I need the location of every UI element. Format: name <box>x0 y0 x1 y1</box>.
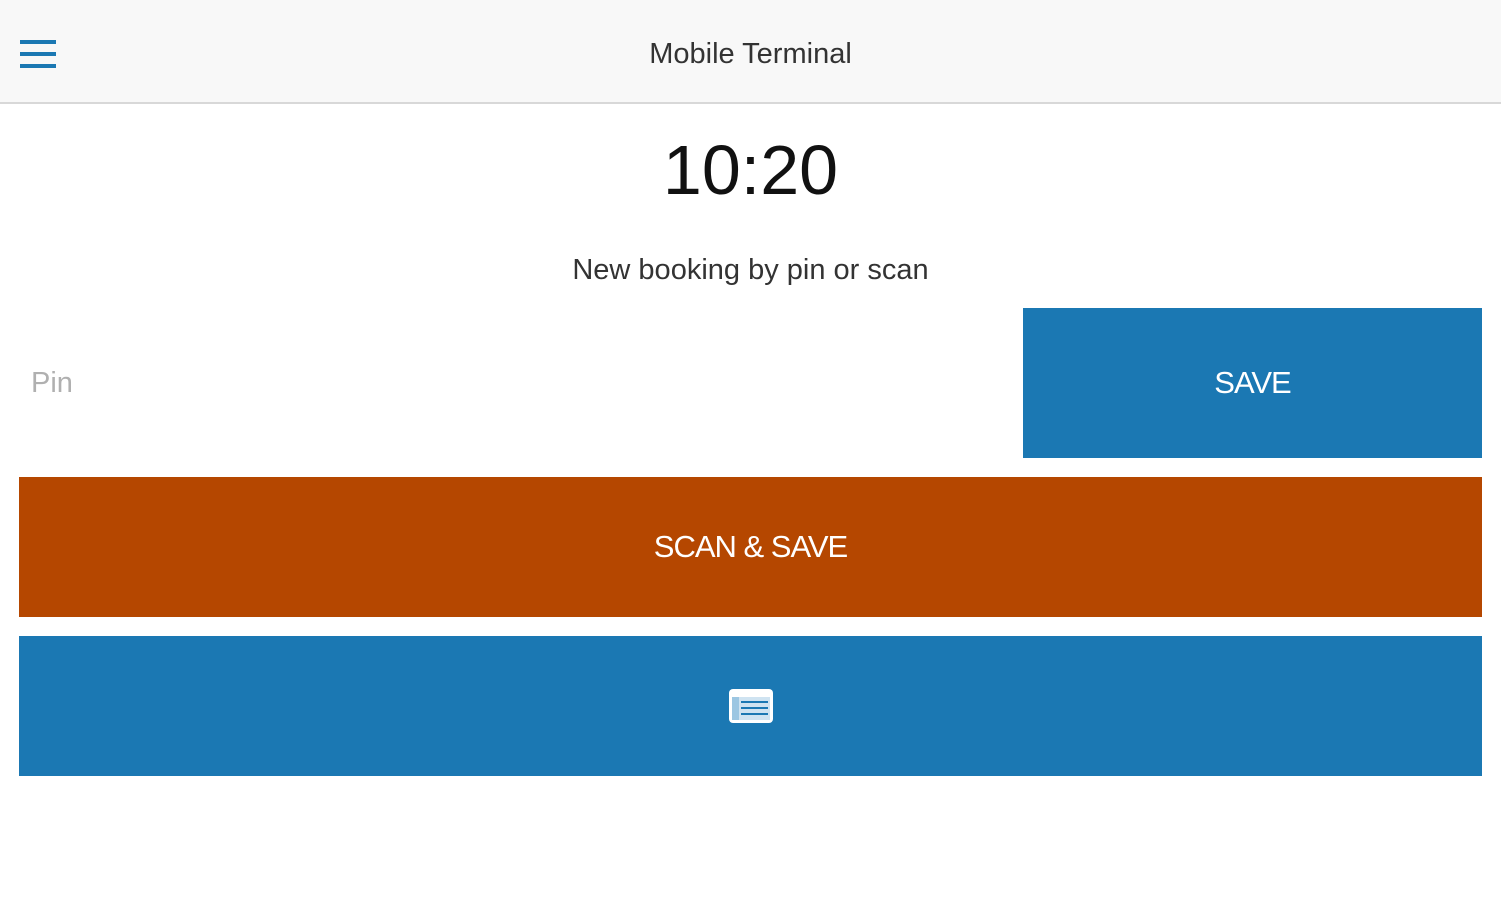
scan-and-save-button[interactable]: SCAN & SAVE <box>19 477 1482 617</box>
list-card-icon <box>728 689 773 723</box>
pin-input[interactable] <box>19 308 1004 458</box>
booking-instructions: New booking by pin or scan <box>572 254 929 286</box>
clock-display: 10:20 <box>662 131 839 209</box>
save-button[interactable]: SAVE <box>1023 308 1482 458</box>
booking-list-button[interactable] <box>19 636 1482 776</box>
app-title: Mobile Terminal <box>649 38 852 70</box>
app-bar: Mobile Terminal <box>0 0 1501 104</box>
save-button-label: SAVE <box>1214 365 1291 400</box>
scan-and-save-button-label: SCAN & SAVE <box>653 529 848 564</box>
